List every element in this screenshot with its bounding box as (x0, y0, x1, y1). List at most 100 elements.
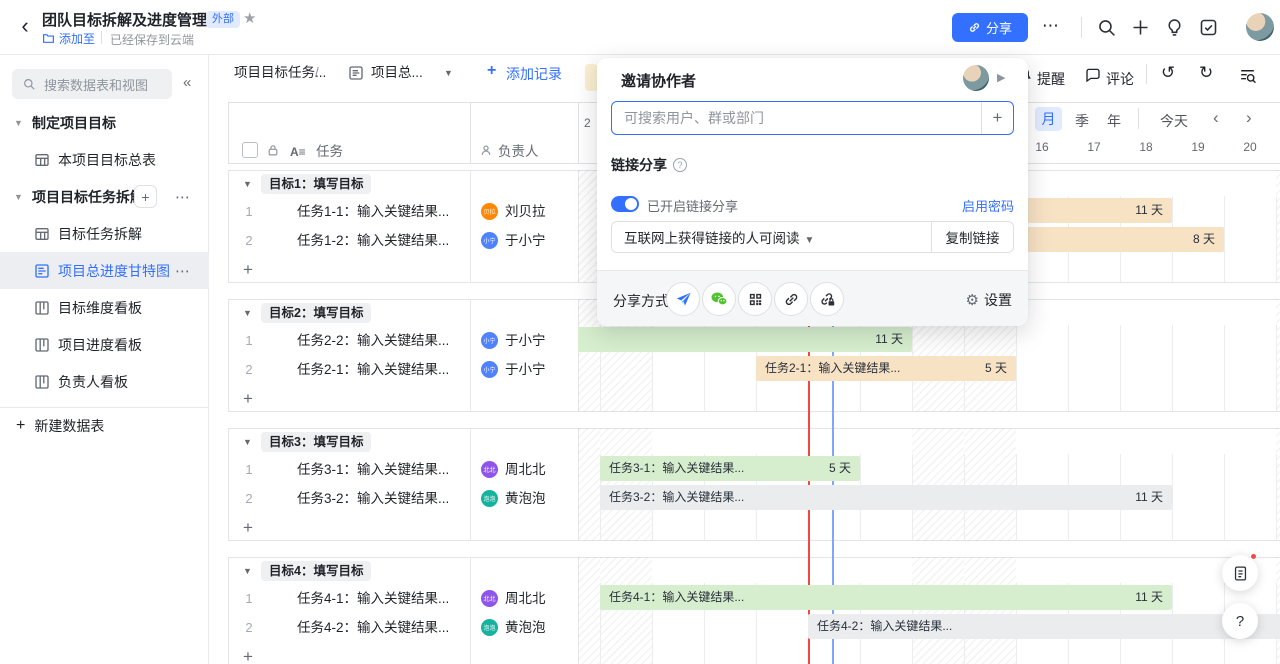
share-secure-link-button[interactable] (810, 282, 844, 316)
section-caret-icon[interactable]: ▼ (14, 192, 32, 202)
group-name-chip[interactable]: 目标3：填写目标 (261, 432, 371, 452)
new-table-button[interactable]: +新建数据表 (0, 408, 209, 444)
back-button[interactable]: ‹ (12, 13, 38, 41)
select-all-checkbox[interactable] (242, 142, 258, 158)
grid-line (1016, 325, 1017, 411)
add-to-folder-button[interactable]: 添加至 (42, 30, 95, 47)
breadcrumb-view[interactable]: 项目总... (371, 62, 423, 84)
owner-name-cell[interactable]: 于小宁 (505, 355, 546, 384)
undo-icon[interactable]: ↺ (1161, 63, 1175, 83)
group-name-chip[interactable]: 目标2：填写目标 (261, 303, 371, 323)
new-doc-icon[interactable] (1130, 17, 1152, 39)
group-collapse-icon[interactable]: ▼ (243, 437, 252, 447)
owner-name-cell[interactable]: 周北北 (505, 584, 546, 613)
group-name-chip[interactable]: 目标4：填写目标 (261, 561, 371, 581)
gantt-bar-任务4-2[interactable]: 任务4-2：输入关键结果... (808, 614, 1280, 639)
group-collapse-icon[interactable]: ▼ (243, 179, 252, 189)
grid-line (1276, 454, 1277, 540)
owner-name-cell[interactable]: 黄泡泡 (505, 484, 546, 513)
item-more-icon[interactable]: ⋯ (175, 262, 191, 280)
task-title-cell[interactable]: 任务3-2：输入关键结果... (297, 484, 471, 513)
task-title-cell[interactable]: 任务2-2：输入关键结果... (297, 326, 471, 355)
owner-name-cell[interactable]: 刘贝拉 (505, 197, 546, 226)
group-collapse-icon[interactable]: ▼ (243, 308, 252, 318)
share-copy-link-button[interactable] (774, 282, 808, 316)
group-collapse-icon[interactable]: ▼ (243, 566, 252, 576)
add-view-button[interactable]: + (134, 185, 157, 208)
grid-line (1068, 325, 1069, 411)
link-share-toggle[interactable] (611, 196, 639, 212)
table-left-border (228, 102, 229, 164)
gantt-bar-任务4-1[interactable]: 任务4-1：输入关键结果...11 天 (600, 585, 1172, 610)
sidebar-item-目标维度看板[interactable]: 目标维度看板 (0, 289, 209, 326)
expand-caret-icon[interactable]: ▶ (997, 71, 1005, 84)
remind-button[interactable]: 提醒 (1037, 69, 1065, 89)
task-title-cell[interactable]: 任务2-1：输入关键结果... (297, 355, 471, 384)
sidebar-item-项目总进度甘特图[interactable]: 项目总进度甘特图⋯ (0, 252, 209, 289)
column-header-owner[interactable]: 负责人 (498, 140, 539, 164)
redo-icon[interactable]: ↻ (1199, 63, 1213, 83)
sidebar-item-本项目目标总表[interactable]: 本项目目标总表 (0, 141, 209, 178)
gantt-bar-任务3-2[interactable]: 任务3-2：输入关键结果...11 天 (600, 485, 1172, 510)
weekend-column (600, 557, 652, 664)
column-header-task[interactable]: 任务 (316, 140, 343, 164)
gantt-bar-任务3-1[interactable]: 任务3-1：输入关键结果...5 天 (600, 456, 860, 481)
breadcrumb-table[interactable]: 项目目标任务... (234, 62, 326, 84)
weekend-column (578, 557, 600, 664)
todo-icon[interactable] (1198, 17, 1220, 39)
more-menu-button[interactable]: ⋯ (1042, 16, 1060, 36)
lightbulb-icon[interactable] (1164, 17, 1186, 39)
bar-title: 任务2-1：输入关键结果... (765, 356, 900, 381)
add-row-button[interactable]: + (243, 642, 253, 664)
add-record-plus-icon[interactable]: + (487, 62, 496, 80)
sidebar-item-项目进度看板[interactable]: 项目进度看板 (0, 326, 209, 363)
comment-icon[interactable] (1084, 66, 1102, 84)
find-records-icon[interactable] (1238, 66, 1257, 85)
gantt-bar-任务2-2[interactable]: 任务2-2：输入关键结果...11 天 (578, 327, 912, 352)
sidebar-item-负责人看板[interactable]: 负责人看板 (0, 363, 209, 400)
task-title-cell[interactable]: 任务1-1：输入关键结果... (297, 197, 471, 226)
task-title-cell[interactable]: 任务4-1：输入关键结果... (297, 584, 471, 613)
sidebar-search-input[interactable]: 搜索数据表和视图 (12, 69, 172, 99)
share-settings-button[interactable]: ⚙ 设置 (966, 290, 1012, 310)
add-row-button[interactable]: + (243, 513, 253, 542)
star-icon[interactable]: ★ (243, 9, 256, 27)
sidebar-section-0[interactable]: ▼制定项目目标 (0, 104, 209, 141)
add-collaborator-button[interactable]: + (981, 102, 1013, 134)
task-title-cell[interactable]: 任务4-2：输入关键结果... (297, 613, 471, 642)
share-qrcode-button[interactable] (738, 282, 772, 316)
copy-link-button[interactable]: 复制链接 (931, 222, 1013, 252)
search-icon[interactable] (1096, 17, 1118, 39)
share-feishu-button[interactable] (666, 282, 700, 316)
share-wechat-button[interactable] (702, 282, 736, 316)
gantt-bar-任务2-1[interactable]: 任务2-1：输入关键结果...5 天 (756, 356, 1016, 381)
catalog-fab-button[interactable] (1222, 555, 1258, 591)
permission-select[interactable]: 互联网上获得链接的人可阅读▼ (612, 227, 931, 247)
collapse-sidebar-icon[interactable]: « (183, 74, 191, 91)
section-more-icon[interactable]: ⋯ (175, 188, 191, 206)
task-title-cell[interactable]: 任务3-1：输入关键结果... (297, 455, 471, 484)
enable-password-link[interactable]: 启用密码 (962, 196, 1014, 215)
sidebar-section-1[interactable]: ▼项目目标任务拆解+⋯ (0, 178, 209, 215)
chevron-down-icon[interactable]: ▼ (444, 68, 453, 78)
collaborator-search-input[interactable] (612, 110, 981, 126)
owner-name-cell[interactable]: 黄泡泡 (505, 613, 546, 642)
breadcrumb-separator: / (315, 62, 319, 84)
comment-button[interactable]: 评论 (1106, 69, 1134, 89)
collaborator-avatar[interactable] (963, 65, 989, 91)
add-row-button[interactable]: + (243, 384, 253, 413)
add-row-button[interactable]: + (243, 255, 253, 284)
section-caret-icon[interactable]: ▼ (14, 118, 32, 128)
user-avatar[interactable] (1246, 13, 1274, 41)
task-title-cell[interactable]: 任务1-2：输入关键结果... (297, 226, 471, 255)
group-name-chip[interactable]: 目标1：填写目标 (261, 174, 371, 194)
help-fab-button[interactable]: ? (1222, 603, 1258, 639)
share-button[interactable]: 分享 (952, 13, 1028, 42)
bar-duration: 11 天 (1135, 585, 1163, 610)
owner-name-cell[interactable]: 于小宁 (505, 226, 546, 255)
add-record-button[interactable]: 添加记录 (506, 64, 562, 84)
owner-name-cell[interactable]: 于小宁 (505, 326, 546, 355)
owner-name-cell[interactable]: 周北北 (505, 455, 546, 484)
help-icon[interactable]: ? (673, 158, 687, 172)
sidebar-item-目标任务拆解[interactable]: 目标任务拆解 (0, 215, 209, 252)
